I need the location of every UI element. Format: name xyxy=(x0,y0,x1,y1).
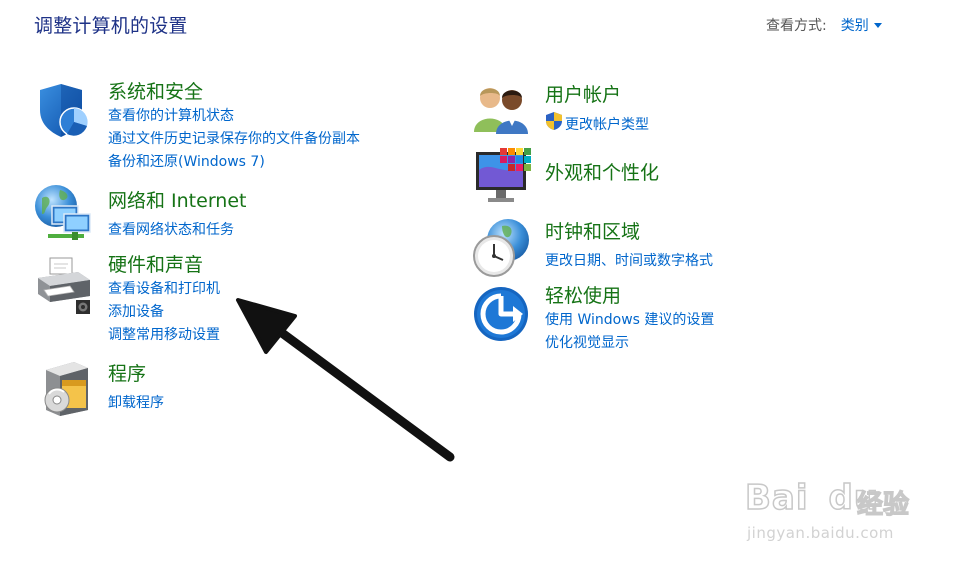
uac-shield-icon xyxy=(545,111,563,131)
shield-icon[interactable] xyxy=(34,82,92,140)
link-add-device[interactable]: 添加设备 xyxy=(108,301,164,321)
link-view-computer-status[interactable]: 查看你的计算机状态 xyxy=(108,105,234,125)
view-by-dropdown[interactable]: 类别 xyxy=(841,15,882,35)
link-change-date-time[interactable]: 更改日期、时间或数字格式 xyxy=(545,250,713,270)
view-by-control: 查看方式: 类别 xyxy=(766,15,882,35)
page-title: 调整计算机的设置 xyxy=(34,15,188,37)
category-system-security[interactable]: 系统和安全 xyxy=(108,77,203,104)
link-mobility-settings[interactable]: 调整常用移动设置 xyxy=(108,324,220,344)
clock-globe-icon[interactable] xyxy=(472,218,530,277)
category-appearance-personalization[interactable]: 外观和个性化 xyxy=(545,158,659,185)
category-network-internet[interactable]: 网络和 Internet xyxy=(108,186,246,213)
programs-box-icon[interactable] xyxy=(40,360,98,418)
link-uninstall-program[interactable]: 卸载程序 xyxy=(108,392,164,412)
link-optimize-visual-display[interactable]: 优化视觉显示 xyxy=(545,332,629,352)
watermark-cn: 经验 xyxy=(856,489,910,520)
category-hardware-sound[interactable]: 硬件和声音 xyxy=(108,250,203,277)
users-icon[interactable] xyxy=(472,84,530,142)
chevron-down-icon xyxy=(873,22,882,28)
link-windows-recommended-settings[interactable]: 使用 Windows 建议的设置 xyxy=(545,309,714,329)
link-change-account-type[interactable]: 更改帐户类型 xyxy=(565,114,649,134)
category-programs[interactable]: 程序 xyxy=(108,359,146,386)
link-network-status[interactable]: 查看网络状态和任务 xyxy=(108,219,234,239)
category-ease-of-access[interactable]: 轻松使用 xyxy=(545,281,621,308)
baidu-watermark: Bai du 经验 jingyan.baidu.com xyxy=(744,477,920,553)
ease-of-access-icon[interactable] xyxy=(473,286,531,344)
monitor-palette-icon[interactable] xyxy=(474,148,532,206)
link-devices-printers[interactable]: 查看设备和打印机 xyxy=(108,278,220,298)
network-globe-icon[interactable] xyxy=(34,184,92,242)
link-file-history-backup[interactable]: 通过文件历史记录保存你的文件备份副本 xyxy=(108,128,360,148)
view-by-value: 类别 xyxy=(840,18,869,34)
category-user-accounts[interactable]: 用户帐户 xyxy=(545,80,621,107)
category-clock-region[interactable]: 时钟和区域 xyxy=(545,217,640,244)
printer-icon[interactable] xyxy=(34,256,92,314)
link-backup-restore[interactable]: 备份和还原(Windows 7) xyxy=(108,151,265,171)
view-by-label: 查看方式: xyxy=(766,18,827,34)
watermark-url: jingyan.baidu.com xyxy=(747,524,894,542)
